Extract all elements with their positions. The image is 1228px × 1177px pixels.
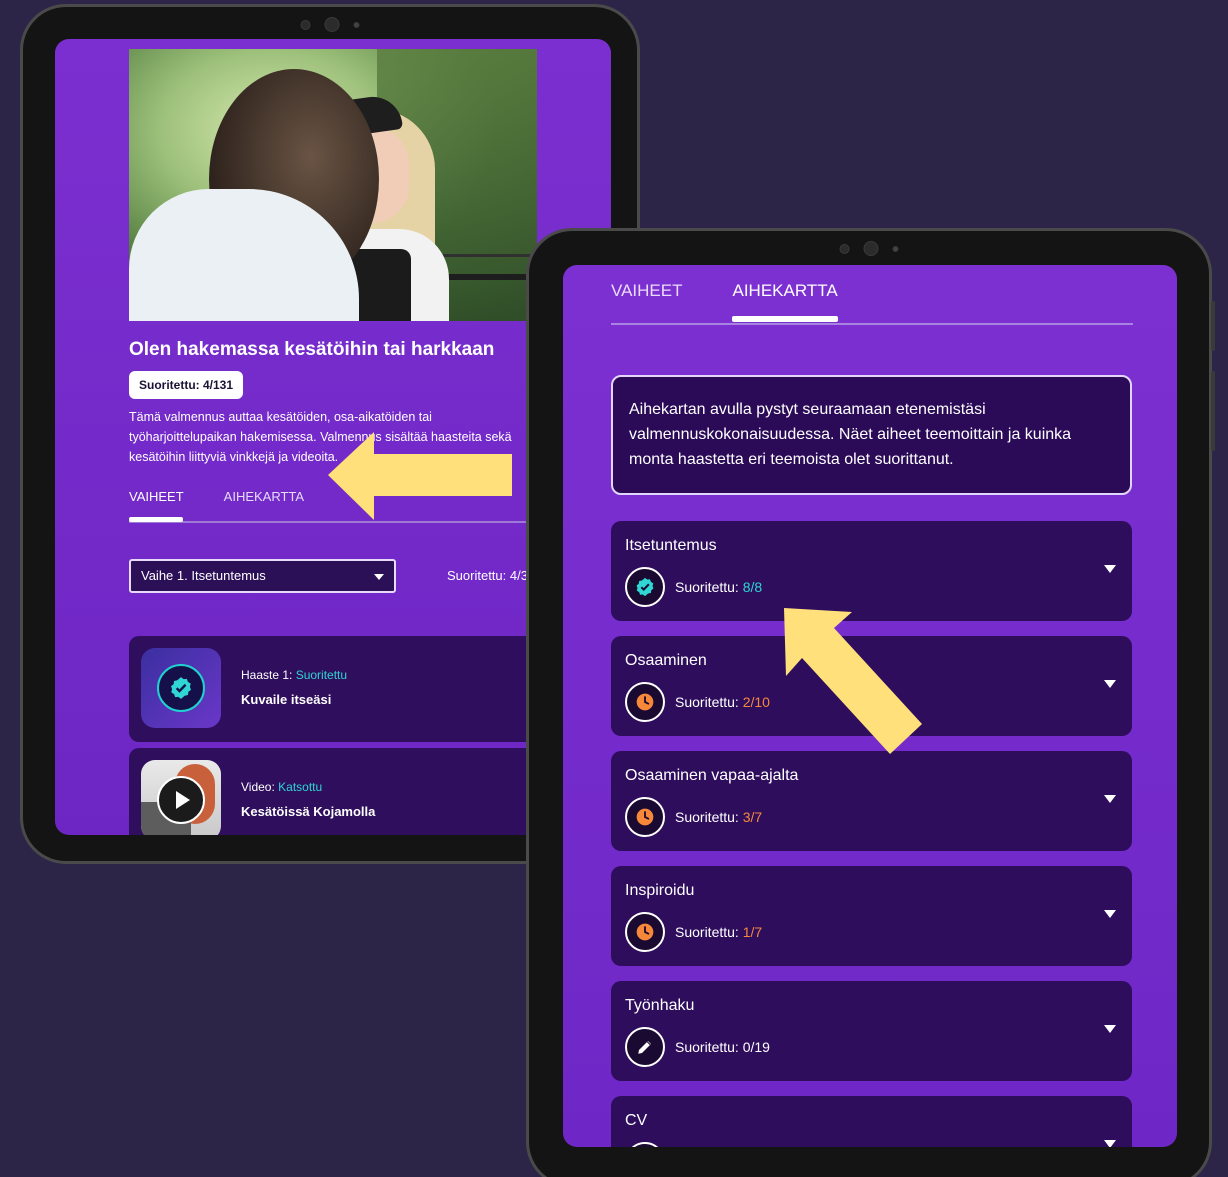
clock-icon <box>636 923 654 941</box>
video-status: Katsottu <box>278 780 323 794</box>
video-card[interactable]: Video: Katsottu Kesätöissä Kojamolla <box>129 748 549 835</box>
topic-progress: Suoritettu: 2/10 <box>675 694 770 710</box>
topic-item-osaaminen-vapaa-ajalta[interactable]: Osaaminen vapaa-ajalta Suoritettu: 3/7 <box>611 751 1132 851</box>
phase-select[interactable]: Vaihe 1. Itsetuntemus <box>129 559 396 593</box>
topic-item-tyonhaku[interactable]: Työnhaku Suoritettu: 0/19 <box>611 981 1132 1081</box>
video-label: Video: Katsottu <box>241 780 323 794</box>
topic-item-inspiroidu[interactable]: Inspiroidu Suoritettu: 1/7 <box>611 866 1132 966</box>
chevron-down-icon <box>374 574 384 580</box>
challenge-card[interactable]: Haaste 1: Suoritettu Kuvaile itseäsi <box>129 636 549 742</box>
chevron-down-icon[interactable] <box>1104 1025 1116 1033</box>
phase-progress: Suoritettu: 4/3 <box>447 568 528 583</box>
challenge-status: Suoritettu <box>295 668 348 682</box>
topic-map-info: Aihekartan avulla pystyt seuraamaan eten… <box>611 375 1132 495</box>
chevron-down-icon[interactable] <box>1104 1140 1116 1147</box>
topic-item-cv[interactable]: CV <box>611 1096 1132 1147</box>
sensor-dot <box>892 245 899 252</box>
challenge-title: Kuvaile itseäsi <box>241 692 332 707</box>
topic-progress: Suoritettu: 3/7 <box>675 809 763 825</box>
tab-aihekartta[interactable]: AIHEKARTTA <box>732 281 838 323</box>
check-badge-icon <box>636 577 654 597</box>
topic-progress: Suoritettu: 8/8 <box>675 579 763 595</box>
clock-icon <box>636 693 654 711</box>
hero-photo <box>129 49 537 321</box>
sensor-dot <box>300 19 311 30</box>
camera-lens <box>324 17 340 32</box>
topic-progress: Suoritettu: 1/7 <box>675 924 763 940</box>
sensor-dot <box>353 21 360 28</box>
chevron-down-icon[interactable] <box>1104 680 1116 688</box>
pencil-icon <box>638 1041 651 1054</box>
tab-bar: VAIHEET AIHEKARTTA <box>611 281 1133 325</box>
chevron-down-icon[interactable] <box>1104 565 1116 573</box>
play-icon[interactable] <box>157 776 205 824</box>
topic-name: Työnhaku <box>625 997 695 1014</box>
course-title: Olen hakemassa kesätöihin tai harkkaan <box>129 339 495 360</box>
topic-progress: Suoritettu: 0/19 <box>675 1039 770 1055</box>
topic-name: Osaaminen <box>625 652 707 669</box>
video-thumbnail <box>141 760 221 835</box>
topic-name: CV <box>625 1112 648 1129</box>
video-title: Kesätöissä Kojamolla <box>241 804 376 819</box>
challenge-thumbnail <box>141 648 221 728</box>
chevron-down-icon[interactable] <box>1104 910 1116 918</box>
tab-aihekartta[interactable]: AIHEKARTTA <box>224 489 304 521</box>
topic-name: Inspiroidu <box>625 882 695 899</box>
challenge-label: Haaste 1: Suoritettu <box>241 668 348 682</box>
tab-vaiheet[interactable]: VAIHEET <box>129 489 184 522</box>
sensor-dot <box>839 243 850 254</box>
camera-bar <box>839 241 899 256</box>
arrow-up-left-icon <box>784 608 922 754</box>
clock-icon <box>636 808 654 826</box>
topic-name: Itsetuntemus <box>625 537 717 554</box>
progress-badge: Suoritettu: 4/131 <box>129 371 244 399</box>
camera-bar <box>300 17 360 32</box>
chevron-down-icon[interactable] <box>1104 795 1116 803</box>
arrow-left-icon <box>328 432 512 520</box>
tab-vaiheet[interactable]: VAIHEET <box>611 281 682 323</box>
check-badge-icon <box>171 677 191 699</box>
camera-lens <box>863 241 879 256</box>
phase-select-value: Vaihe 1. Itsetuntemus <box>141 568 266 583</box>
topic-name: Osaaminen vapaa-ajalta <box>625 767 799 784</box>
